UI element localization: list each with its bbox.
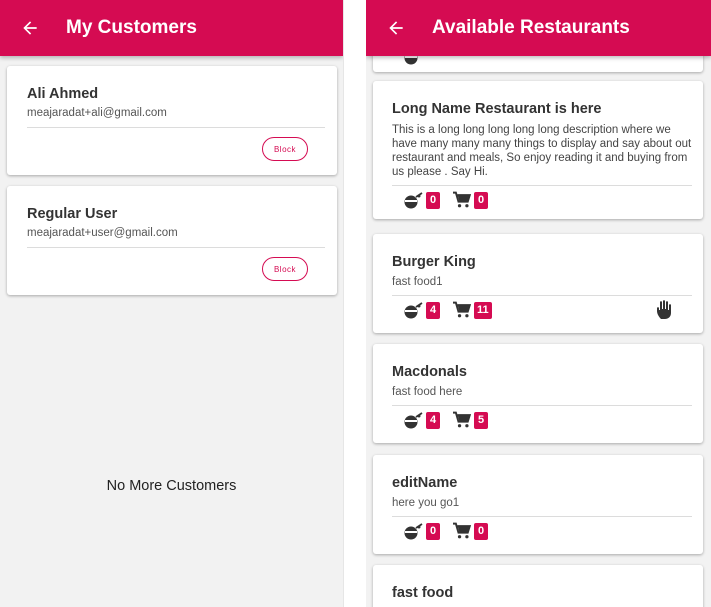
restaurant-info: editName here you go1 <box>392 475 692 509</box>
orders-stat: 0 <box>452 191 488 209</box>
app-bar: My Customers <box>0 0 343 56</box>
restaurant-description: fast food here <box>392 386 463 398</box>
restaurant-info: Burger King fast food1 <box>392 254 692 288</box>
meals-stat: 4 <box>402 411 440 429</box>
orders-count-badge: 5 <box>474 411 488 429</box>
customer-email: meajaradat+ali@gmail.com <box>27 107 167 119</box>
orders-count-badge: 11 <box>474 301 492 319</box>
stats-row: 0 0 <box>392 517 692 545</box>
restaurant-card[interactable]: editName here you go1 0 0 <box>373 455 703 554</box>
restaurant-name: fast food <box>392 585 454 601</box>
restaurant-info: Macdonals fast food here <box>392 364 692 398</box>
cart-icon <box>452 191 472 209</box>
orders-count-badge: 0 <box>474 522 488 540</box>
restaurant-info: Long Name Restaurant is here This is a l… <box>392 101 692 179</box>
customer-name: Ali Ahmed <box>27 86 99 102</box>
customer-email: meajaradat+user@gmail.com <box>27 227 178 239</box>
orders-stat: 5 <box>452 411 488 429</box>
restaurant-name: Macdonals <box>392 364 467 380</box>
back-arrow-icon[interactable] <box>16 14 44 42</box>
restaurant-description: here you go1 <box>392 497 460 509</box>
empty-message: No More Customers <box>106 478 237 494</box>
restaurant-card[interactable]: Macdonals fast food here 4 5 <box>373 344 703 443</box>
meals-stat: 4 <box>402 301 440 319</box>
restaurant-name: Burger King <box>392 254 476 270</box>
app-bar: Available Restaurants <box>366 0 711 56</box>
restaurant-name: editName <box>392 475 458 491</box>
orders-stat: 11 <box>452 301 492 319</box>
meals-count-badge: 0 <box>426 191 440 209</box>
card-divider <box>27 247 325 248</box>
meals-icon <box>402 522 424 540</box>
block-button[interactable]: Block <box>262 257 308 281</box>
customer-name: Regular User <box>27 206 118 222</box>
meals-count-badge: 0 <box>426 522 440 540</box>
stats-row: 4 5 <box>392 406 692 434</box>
cart-icon <box>452 522 472 540</box>
meals-icon <box>402 301 424 319</box>
cart-icon <box>452 411 472 429</box>
page-title: My Customers <box>66 17 197 38</box>
meals-stat: 0 <box>402 191 440 209</box>
customer-card: Regular User meajaradat+user@gmail.com B… <box>7 186 337 295</box>
customer-card: Ali Ahmed meajaradat+ali@gmail.com Block <box>7 66 337 175</box>
restaurant-card[interactable]: Long Name Restaurant is here This is a l… <box>373 81 703 219</box>
meals-icon <box>402 411 424 429</box>
meals-count-badge: 4 <box>426 301 440 319</box>
customers-screen: My Customers Ali Ahmed meajaradat+ali@gm… <box>0 0 344 607</box>
orders-stat: 0 <box>452 522 488 540</box>
meals-stat: 0 <box>402 522 440 540</box>
restaurant-card[interactable]: fast food <box>373 565 703 607</box>
stats-row: 0 0 <box>392 186 692 214</box>
orders-count-badge: 0 <box>474 191 488 209</box>
restaurant-info: fast food <box>392 585 692 601</box>
cart-icon <box>452 301 472 319</box>
restaurant-description: This is a long long long long long descr… <box>392 124 692 178</box>
restaurant-card[interactable]: Burger King fast food1 4 11 <box>373 234 703 333</box>
restaurant-name: Long Name Restaurant is here <box>392 101 602 117</box>
page-title: Available Restaurants <box>432 17 630 38</box>
restaurants-screen[interactable]: Available Restaurants Long Name Restaura… <box>366 0 711 607</box>
back-arrow-icon[interactable] <box>382 14 410 42</box>
stats-row: 4 11 <box>392 296 692 324</box>
meals-count-badge: 4 <box>426 411 440 429</box>
card-divider <box>27 127 325 128</box>
hand-icon[interactable] <box>655 299 675 326</box>
block-button[interactable]: Block <box>262 137 308 161</box>
meals-icon <box>402 191 424 209</box>
restaurant-description: fast food1 <box>392 276 443 288</box>
